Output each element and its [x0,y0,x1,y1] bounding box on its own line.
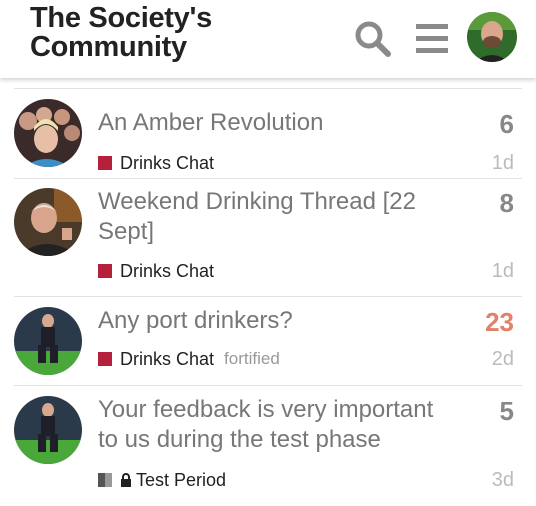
site-title-line1: The Society's [30,2,212,34]
activity-age[interactable]: 1d [492,260,514,283]
topic-title[interactable]: An Amber Revolution [98,108,448,138]
topic-category[interactable]: Drinks Chat [98,261,214,281]
user-avatar[interactable] [467,12,517,62]
topic-category[interactable]: Drinks Chat [98,153,214,173]
topic-title[interactable]: Any port drinkers? [98,306,448,336]
poster-avatar[interactable] [14,188,82,256]
site-title-line2: Community [30,31,187,63]
topic-item[interactable]: Weekend Drinking Thread [22 Sept] Drinks… [14,178,522,297]
topic-title[interactable]: Your feedback is very important to us du… [98,395,458,455]
topic-item[interactable]: Any port drinkers? Drinks Chat fortified… [14,297,522,386]
topic-title[interactable]: Weekend Drinking Thread [22 Sept] [98,187,448,247]
topic-item[interactable]: Your feedback is very important to us du… [14,386,522,506]
lock-icon [121,473,131,487]
topic-category[interactable]: Test Period [98,470,226,490]
activity-age[interactable]: 1d [492,152,514,175]
poster-avatar[interactable] [14,396,82,464]
category-color-box [98,473,112,487]
site-header: The Society's Community [0,0,536,78]
post-count[interactable]: 6 [500,109,514,140]
poster-avatar[interactable] [14,307,82,375]
topic-item[interactable]: An Amber Revolution Drinks Chat 6 1d [14,88,522,179]
category-name: Drinks Chat [120,153,215,173]
activity-age[interactable]: 2d [492,348,514,371]
topic-tag[interactable]: fortified [224,349,280,369]
category-name: Test Period [136,470,227,490]
poster-avatar[interactable] [14,99,82,167]
category-name: Drinks Chat [120,261,215,281]
post-count[interactable]: 5 [500,396,514,427]
hamburger-menu-icon[interactable] [414,22,450,56]
post-count[interactable]: 23 [485,307,514,338]
category-color-box [98,352,112,366]
activity-age[interactable]: 3d [492,469,514,492]
category-color-box [98,156,112,170]
site-title[interactable]: The Society's Community [30,4,212,62]
post-count[interactable]: 8 [500,188,514,219]
topic-category[interactable]: Drinks Chat fortified [98,349,280,369]
category-color-box [98,264,112,278]
category-name: Drinks Chat [120,349,215,369]
search-icon[interactable] [354,20,392,58]
